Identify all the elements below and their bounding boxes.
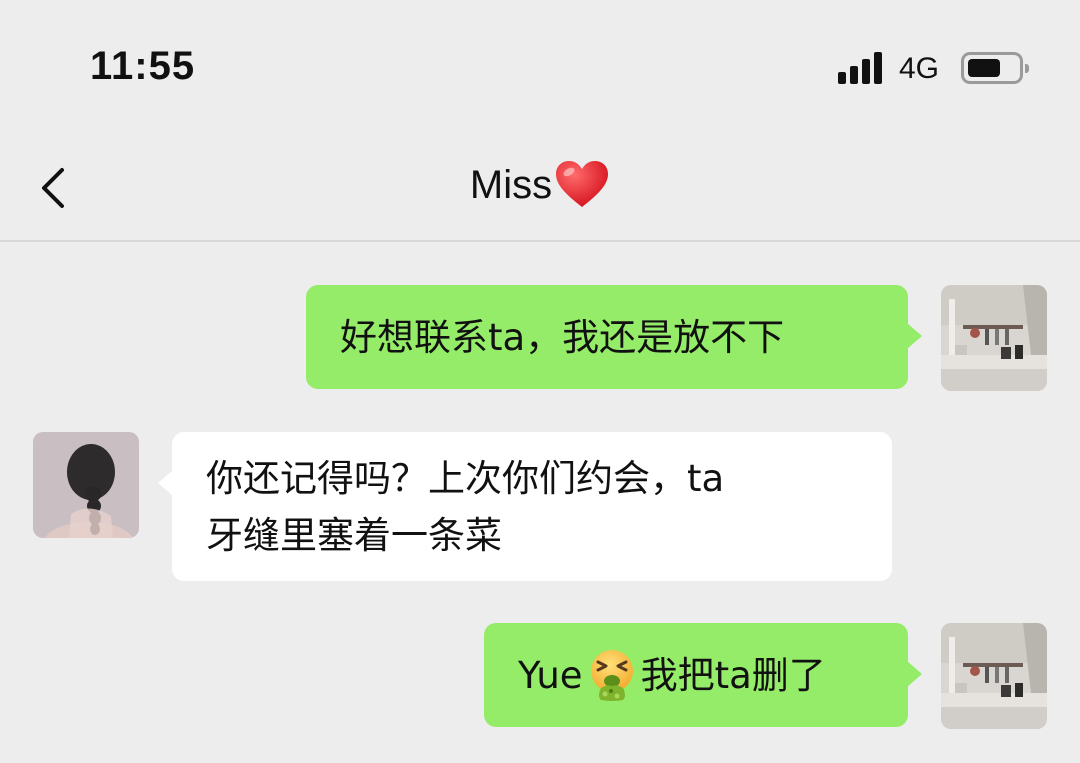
message-bubble-sent[interactable]: Yue 我把ta删了 (484, 623, 922, 727)
message-content: Yue 我把ta删了 (518, 647, 826, 704)
my-avatar[interactable] (941, 623, 1047, 729)
status-time: 11:55 (90, 44, 196, 88)
red-heart-icon (556, 161, 609, 207)
navigation-bar: Miss (0, 130, 1080, 242)
message-text-line-2: 牙缝里塞着一条菜 (206, 513, 502, 557)
network-type: 4G (899, 52, 940, 85)
message-text-prefix: Yue (518, 653, 583, 697)
message-bubble-received[interactable]: 你还记得吗？上次你们约会，ta 牙缝里塞着一条菜 (158, 432, 892, 581)
contact-name: Miss (469, 162, 553, 207)
portrait-photo-avatar-icon (33, 432, 139, 538)
status-bar: 11:55 4G (0, 0, 1080, 130)
kitchen-photo-avatar-icon (941, 623, 1047, 729)
chat-title: Miss (0, 160, 1080, 210)
message-bubble-sent[interactable]: 好想联系ta，我还是放不下 (306, 285, 922, 389)
battery-icon (961, 52, 1029, 84)
face-vomiting-icon (590, 650, 633, 701)
message-list[interactable]: 好想联系ta，我还是放不下 你还记得吗？上次你们约会，ta 牙缝里塞着一条菜 Y… (0, 244, 1080, 763)
kitchen-photo-avatar-icon (941, 285, 1047, 391)
chat-screen: 11:55 4G Miss 好想联系ta，我还是放不下 你还记得吗？上次你们约会… (0, 0, 1080, 763)
message-text-suffix: 我把ta删了 (640, 653, 826, 697)
signal-bars-icon (838, 52, 886, 84)
message-text-line-1: 你还记得吗？上次你们约会，ta (206, 456, 725, 500)
my-avatar[interactable] (941, 285, 1047, 391)
contact-avatar[interactable] (33, 432, 139, 538)
message-text: 好想联系ta，我还是放不下 (340, 315, 785, 359)
